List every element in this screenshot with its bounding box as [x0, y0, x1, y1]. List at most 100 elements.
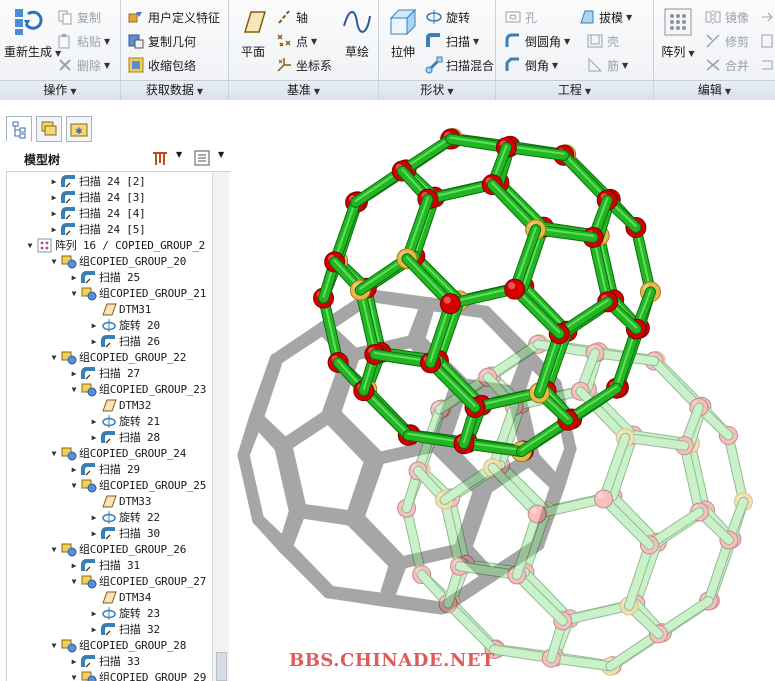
- paste-button[interactable]: 粘贴 ▼: [56, 30, 110, 52]
- tree-node[interactable]: ▼ 组COPIED_GROUP_25: [69, 477, 206, 493]
- collapse-toggle-icon[interactable]: ▼: [49, 257, 59, 266]
- editing-group-label[interactable]: 编辑 ▼: [654, 80, 775, 100]
- revolve-button[interactable]: 旋转: [425, 6, 470, 28]
- expand-toggle-icon[interactable]: ▶: [89, 417, 99, 426]
- tree-node[interactable]: ▶ 扫描 25: [69, 269, 140, 285]
- tree-node[interactable]: ▼ 组COPIED_GROUP_26: [49, 541, 186, 557]
- collapse-toggle-icon[interactable]: ▼: [49, 353, 59, 362]
- expand-toggle-icon[interactable]: ▶: [49, 193, 59, 202]
- tree-node[interactable]: ▶ 扫描 26: [89, 333, 160, 349]
- tree-node[interactable]: ▶ 扫描 33: [69, 653, 140, 669]
- datum-group-label[interactable]: 基准 ▼: [229, 80, 378, 100]
- tree-node[interactable]: DTM34: [89, 589, 151, 605]
- collapse-toggle-icon[interactable]: ▼: [69, 385, 79, 394]
- offset-button[interactable]: [758, 30, 775, 52]
- shell-button[interactable]: 壳: [586, 30, 619, 52]
- operations-group-label[interactable]: 操作 ▼: [0, 80, 120, 100]
- expand-toggle-icon[interactable]: ▶: [89, 609, 99, 618]
- point-button[interactable]: 点 ▼: [275, 30, 317, 52]
- tree-node[interactable]: ▶ 旋转 23: [89, 605, 160, 621]
- expand-toggle-icon[interactable]: ▶: [69, 273, 79, 282]
- expand-toggle-icon[interactable]: ▶: [89, 337, 99, 346]
- tree-node[interactable]: ▶ 扫描 29: [69, 461, 140, 477]
- collapse-toggle-icon[interactable]: ▼: [69, 481, 79, 490]
- tree-node[interactable]: ▼ 组COPIED_GROUP_23: [69, 381, 206, 397]
- expand-toggle-icon[interactable]: ▶: [69, 369, 79, 378]
- expand-toggle-icon[interactable]: ▶: [49, 225, 59, 234]
- expand-toggle-icon[interactable]: ▶: [69, 465, 79, 474]
- extrude-button[interactable]: 拉伸: [385, 6, 421, 59]
- tree-node[interactable]: ▼ 组COPIED_GROUP_21: [69, 285, 206, 301]
- tree-node[interactable]: ▶ 扫描 31: [69, 557, 140, 573]
- tree-filters-button[interactable]: [192, 148, 212, 171]
- tab-favorites[interactable]: ✱: [66, 116, 92, 142]
- collapse-toggle-icon[interactable]: ▼: [49, 641, 59, 650]
- tree-node[interactable]: ▶ 扫描 24 [3]: [49, 189, 146, 205]
- tree-node[interactable]: DTM31: [89, 301, 151, 317]
- graphics-viewport[interactable]: [232, 100, 775, 681]
- plane-button[interactable]: 平面: [235, 6, 271, 59]
- udf-button[interactable]: 用户定义特征: [127, 6, 220, 28]
- collapse-toggle-icon[interactable]: ▼: [69, 673, 79, 681]
- expand-toggle-icon[interactable]: ▶: [89, 433, 99, 442]
- copy-button[interactable]: 复制: [56, 6, 101, 28]
- rib-button[interactable]: 筋 ▼: [586, 54, 628, 76]
- tree-node[interactable]: ▶ 旋转 21: [89, 413, 160, 429]
- csys-button[interactable]: 坐标系: [275, 54, 332, 76]
- tree-node[interactable]: ▶ 扫描 27: [69, 365, 140, 381]
- merge-button[interactable]: 合并: [704, 54, 749, 76]
- expand-toggle-icon[interactable]: ▶: [89, 513, 99, 522]
- tree-settings-button[interactable]: [150, 149, 170, 170]
- tree-node[interactable]: ▼ 组COPIED_GROUP_29: [69, 669, 206, 681]
- tree-node[interactable]: ▶ 扫描 32: [89, 621, 160, 637]
- tree-node[interactable]: ▼ 组COPIED_GROUP_27: [69, 573, 206, 589]
- tree-node[interactable]: ▶ 旋转 20: [89, 317, 160, 333]
- regenerate-button[interactable]: 重新生成 ▼: [4, 6, 61, 61]
- expand-toggle-icon[interactable]: ▶: [69, 561, 79, 570]
- tree-node[interactable]: ▼ 组COPIED_GROUP_22: [49, 349, 186, 365]
- sweep-button[interactable]: 扫描 ▼: [425, 30, 479, 52]
- tab-layers[interactable]: [36, 116, 62, 142]
- collapse-toggle-icon[interactable]: ▼: [69, 577, 79, 586]
- copy-geometry-button[interactable]: 复制几何: [127, 30, 196, 52]
- thicken-button[interactable]: [758, 54, 775, 76]
- collapse-toggle-icon[interactable]: ▼: [49, 449, 59, 458]
- tree-node[interactable]: ▶ 扫描 24 [4]: [49, 205, 146, 221]
- tree-node[interactable]: ▼ 组COPIED_GROUP_28: [49, 637, 186, 653]
- engineering-group-label[interactable]: 工程 ▼: [496, 80, 653, 100]
- expand-toggle-icon[interactable]: ▶: [69, 657, 79, 666]
- sketch-button[interactable]: 草绘: [339, 6, 375, 59]
- expand-toggle-icon[interactable]: ▶: [89, 529, 99, 538]
- tree-node[interactable]: ▼ 组COPIED_GROUP_20: [49, 253, 186, 269]
- tree-node[interactable]: ▼ 阵列 16 / COPIED_GROUP_2: [25, 237, 205, 253]
- get-data-group-label[interactable]: 获取数据 ▼: [121, 80, 228, 100]
- tree-settings-dropdown[interactable]: ▼: [176, 150, 182, 159]
- tree-node[interactable]: ▶ 扫描 30: [89, 525, 160, 541]
- tree-node[interactable]: ▼ 组COPIED_GROUP_24: [49, 445, 186, 461]
- pattern-button[interactable]: 阵列 ▼: [658, 6, 698, 61]
- chamfer-button[interactable]: 倒角 ▼: [504, 54, 558, 76]
- trim-button[interactable]: 修剪: [704, 30, 749, 52]
- expand-toggle-icon[interactable]: ▶: [89, 321, 99, 330]
- shrinkwrap-button[interactable]: 收缩包络: [127, 54, 196, 76]
- tree-node[interactable]: ▶ 扫描 24 [2]: [49, 173, 146, 189]
- axis-button[interactable]: 轴: [275, 6, 308, 28]
- tree-filters-dropdown[interactable]: ▼: [218, 150, 224, 159]
- delete-button[interactable]: 删除 ▼: [56, 54, 110, 76]
- collapse-toggle-icon[interactable]: ▼: [69, 289, 79, 298]
- tree-node[interactable]: ▶ 扫描 28: [89, 429, 160, 445]
- extend-button[interactable]: [758, 6, 775, 28]
- expand-toggle-icon[interactable]: ▶: [49, 209, 59, 218]
- shapes-group-label[interactable]: 形状 ▼: [379, 80, 495, 100]
- collapse-toggle-icon[interactable]: ▼: [25, 241, 35, 250]
- tree-node[interactable]: ▶ 扫描 24 [5]: [49, 221, 146, 237]
- tree-scrollbar-thumb[interactable]: [216, 652, 227, 681]
- swept-blend-button[interactable]: 扫描混合: [425, 54, 494, 76]
- expand-toggle-icon[interactable]: ▶: [89, 625, 99, 634]
- tree-scrollbar[interactable]: [212, 172, 229, 681]
- expand-toggle-icon[interactable]: ▶: [49, 177, 59, 186]
- mirror-button[interactable]: 镜像: [704, 6, 749, 28]
- round-button[interactable]: 倒圆角 ▼: [504, 30, 570, 52]
- tree-node[interactable]: DTM32: [89, 397, 151, 413]
- hole-button[interactable]: 孔: [504, 6, 537, 28]
